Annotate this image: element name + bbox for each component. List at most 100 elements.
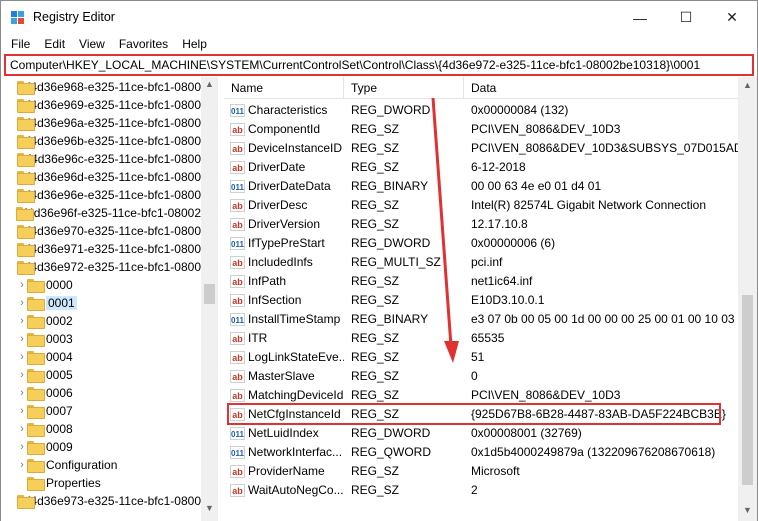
tree-item[interactable]: {4d36e96d-e325-11ce-bfc1-0800: [1, 168, 201, 186]
tree-item[interactable]: {4d36e970-e325-11ce-bfc1-0800: [1, 222, 201, 240]
tree-item[interactable]: › 0008: [1, 420, 201, 438]
folder-icon: [27, 369, 45, 383]
tree-item[interactable]: {4d36e96e-e325-11ce-bfc1-0800: [1, 186, 201, 204]
tree-item[interactable]: › 0009: [1, 438, 201, 456]
value-name: NetworkInterfac...: [248, 445, 343, 459]
column-header-type[interactable]: Type: [344, 77, 464, 99]
value-row[interactable]: ab MasterSlave REG_SZ 0: [224, 367, 740, 386]
scroll-down-icon[interactable]: ▼: [205, 503, 214, 513]
chevron-right-icon[interactable]: ›: [17, 456, 27, 474]
minimize-button[interactable]: —: [617, 1, 663, 34]
tree-item[interactable]: › 0004: [1, 348, 201, 366]
menu-file[interactable]: File: [4, 34, 37, 54]
value-row[interactable]: ab ProviderName REG_SZ Microsoft: [224, 462, 740, 481]
value-name: DriverDateData: [248, 179, 331, 193]
chevron-right-icon[interactable]: ›: [17, 276, 27, 294]
value-name: LogLinkStateEve...: [248, 350, 344, 364]
value-row[interactable]: 011 Characteristics REG_DWORD 0x00000084 (1…: [224, 101, 740, 120]
string-value-icon: ab: [230, 218, 245, 231]
tree-item[interactable]: {4d36e96f-e325-11ce-bfc1-08002: [1, 204, 201, 222]
value-row[interactable]: ab WaitAutoNegCo... REG_SZ 2: [224, 481, 740, 500]
tree-item-label: {4d36e969-e325-11ce-bfc1-0800: [26, 98, 201, 112]
tree-item[interactable]: {4d36e973-e325-11ce-bfc1-0800: [1, 492, 201, 510]
tree-item[interactable]: › 0001: [1, 294, 201, 312]
chevron-right-icon[interactable]: ›: [17, 312, 27, 330]
chevron-right-icon[interactable]: ›: [17, 420, 27, 438]
value-row[interactable]: ab ITR REG_SZ 65535: [224, 329, 740, 348]
folder-icon: [27, 279, 45, 293]
tree-item[interactable]: {4d36e968-e325-11ce-bfc1-0800: [1, 78, 201, 96]
tree-item-label: Configuration: [46, 458, 118, 472]
list-scrollbar[interactable]: ▲ ▼: [738, 77, 757, 521]
scroll-up-icon[interactable]: ▲: [743, 80, 752, 90]
chevron-right-icon[interactable]: ›: [17, 384, 27, 402]
tree-item-label: {4d36e96c-e325-11ce-bfc1-0800: [27, 152, 201, 166]
value-row[interactable]: ab DriverVersion REG_SZ 12.17.10.8: [224, 215, 740, 234]
value-row[interactable]: 011 IfTypePreStart REG_DWORD 0x00000006 (6): [224, 234, 740, 253]
tree-item[interactable]: › 0005: [1, 366, 201, 384]
tree-item[interactable]: {4d36e96b-e325-11ce-bfc1-0800: [1, 132, 201, 150]
folder-icon: [17, 135, 37, 149]
tree-item[interactable]: Properties: [1, 474, 201, 492]
address-bar[interactable]: Computer\HKEY_LOCAL_MACHINE\SYSTEM\Curre…: [4, 54, 754, 76]
value-name: DriverDate: [248, 160, 306, 174]
tree-item[interactable]: {4d36e96c-e325-11ce-bfc1-0800: [1, 150, 201, 168]
tree-item[interactable]: › 0006: [1, 384, 201, 402]
chevron-right-icon[interactable]: ›: [17, 294, 27, 312]
chevron-right-icon[interactable]: ›: [17, 402, 27, 420]
value-row[interactable]: ab DriverDesc REG_SZ Intel(R) 82574L Gigabi…: [224, 196, 740, 215]
menu-help[interactable]: Help: [175, 34, 214, 54]
tree-item[interactable]: › Configuration: [1, 456, 201, 474]
value-row[interactable]: ab InfPath REG_SZ net1ic64.inf: [224, 272, 740, 291]
chevron-right-icon[interactable]: ›: [17, 348, 27, 366]
tree-item-label: {4d36e96a-e325-11ce-bfc1-0800: [26, 116, 201, 130]
menu-favorites[interactable]: Favorites: [112, 34, 175, 54]
string-value-icon: ab: [230, 294, 245, 307]
column-header-data[interactable]: Data: [464, 77, 740, 99]
tree-item[interactable]: {4d36e971-e325-11ce-bfc1-0800: [1, 240, 201, 258]
value-row[interactable]: ab IncludedInfs REG_MULTI_SZ pci.inf: [224, 253, 740, 272]
tree-item[interactable]: {4d36e972-e325-11ce-bfc1-0800: [1, 258, 201, 276]
binary-value-icon: 011: [230, 313, 245, 326]
value-data: 0x00000006 (6): [471, 236, 556, 250]
value-row[interactable]: 011 NetLuidIndex REG_DWORD 0x00008001 (3276…: [224, 424, 740, 443]
tree-item-label: {4d36e972-e325-11ce-bfc1-0800: [26, 260, 201, 274]
tree-scrollbar[interactable]: ▲ ▼: [201, 77, 218, 521]
menu-edit[interactable]: Edit: [37, 34, 72, 54]
tree-item[interactable]: {4d36e969-e325-11ce-bfc1-0800: [1, 96, 201, 114]
value-name: DeviceInstanceID: [248, 141, 343, 155]
tree-item-label: 0000: [46, 278, 73, 292]
tree-item[interactable]: {4d36e96a-e325-11ce-bfc1-0800: [1, 114, 201, 132]
value-row[interactable]: 011 NetworkInterfac... REG_QWORD 0x1d5b4000…: [224, 443, 740, 462]
folder-icon: [27, 297, 45, 311]
menu-view[interactable]: View: [72, 34, 112, 54]
value-name: ProviderName: [248, 464, 325, 478]
chevron-right-icon[interactable]: ›: [17, 366, 27, 384]
tree-item-label: {4d36e973-e325-11ce-bfc1-0800: [26, 494, 201, 508]
value-row[interactable]: ab DeviceInstanceID REG_SZ PCI\VEN_8086&DEV…: [224, 139, 740, 158]
value-row[interactable]: ab LogLinkStateEve... REG_SZ 51: [224, 348, 740, 367]
column-header-name[interactable]: Name: [224, 77, 344, 99]
registry-app-icon: [11, 11, 25, 25]
value-row[interactable]: ab InfSection REG_SZ E10D3.10.0.1: [224, 291, 740, 310]
list-scroll-thumb[interactable]: [742, 295, 753, 485]
tree-item[interactable]: › 0002: [1, 312, 201, 330]
chevron-right-icon[interactable]: ›: [17, 438, 27, 456]
tree-item-label: 0004: [46, 350, 73, 364]
scroll-down-icon[interactable]: ▼: [743, 505, 752, 515]
value-row[interactable]: ab DriverDate REG_SZ 6-12-2018: [224, 158, 740, 177]
maximize-button[interactable]: ☐: [663, 1, 709, 34]
tree-item[interactable]: › 0003: [1, 330, 201, 348]
close-button[interactable]: ✕: [709, 1, 755, 34]
value-row[interactable]: 011 DriverDateData REG_BINARY 00 00 63 4e e…: [224, 177, 740, 196]
tree-scroll-thumb[interactable]: [204, 284, 215, 304]
tree-item[interactable]: › 0007: [1, 402, 201, 420]
chevron-right-icon[interactable]: [17, 474, 27, 492]
chevron-right-icon[interactable]: ›: [17, 330, 27, 348]
value-row[interactable]: 011 InstallTimeStamp REG_BINARY e3 07 0b 00…: [224, 310, 740, 329]
scroll-up-icon[interactable]: ▲: [205, 79, 214, 89]
tree-item[interactable]: › 0000: [1, 276, 201, 294]
folder-icon: [17, 99, 37, 113]
value-row[interactable]: ab ComponentId REG_SZ PCI\VEN_8086&DEV_10D3: [224, 120, 740, 139]
tree-item-label: 0001: [46, 296, 77, 310]
